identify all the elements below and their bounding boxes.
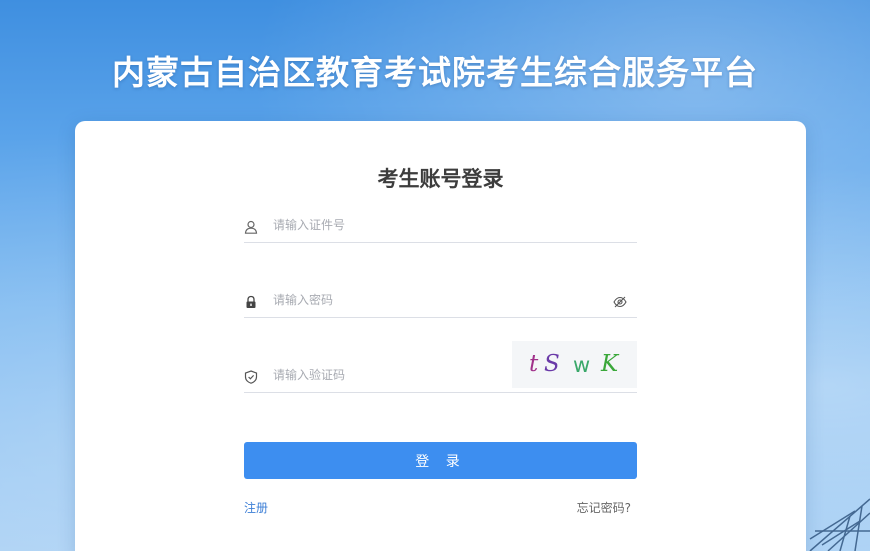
- page-title: 内蒙古自治区教育考试院考生综合服务平台: [112, 53, 758, 92]
- shield-icon: [244, 370, 258, 384]
- register-link[interactable]: 注册: [244, 499, 268, 516]
- eye-off-icon[interactable]: [613, 296, 627, 308]
- user-icon: [244, 220, 258, 234]
- login-button[interactable]: 登 录: [244, 442, 637, 479]
- id-number-field: [244, 207, 637, 243]
- lock-icon: [246, 295, 256, 308]
- login-title: 考生账号登录: [377, 167, 504, 191]
- captcha-char: S: [544, 351, 560, 377]
- captcha-char: t: [529, 351, 539, 377]
- captcha-image[interactable]: t S w K: [512, 341, 637, 388]
- password-input[interactable]: [273, 288, 573, 312]
- captcha-char: K: [601, 351, 619, 377]
- id-number-input[interactable]: [273, 213, 573, 237]
- captcha-field: t S w K: [244, 341, 637, 393]
- forgot-password-link[interactable]: 忘记密码?: [577, 499, 631, 516]
- password-field: [244, 282, 637, 318]
- tower-decoration: [809, 498, 870, 551]
- captcha-char: w: [573, 353, 591, 377]
- login-card: 考生账号登录 t S w K: [75, 121, 806, 551]
- captcha-input[interactable]: [273, 363, 473, 387]
